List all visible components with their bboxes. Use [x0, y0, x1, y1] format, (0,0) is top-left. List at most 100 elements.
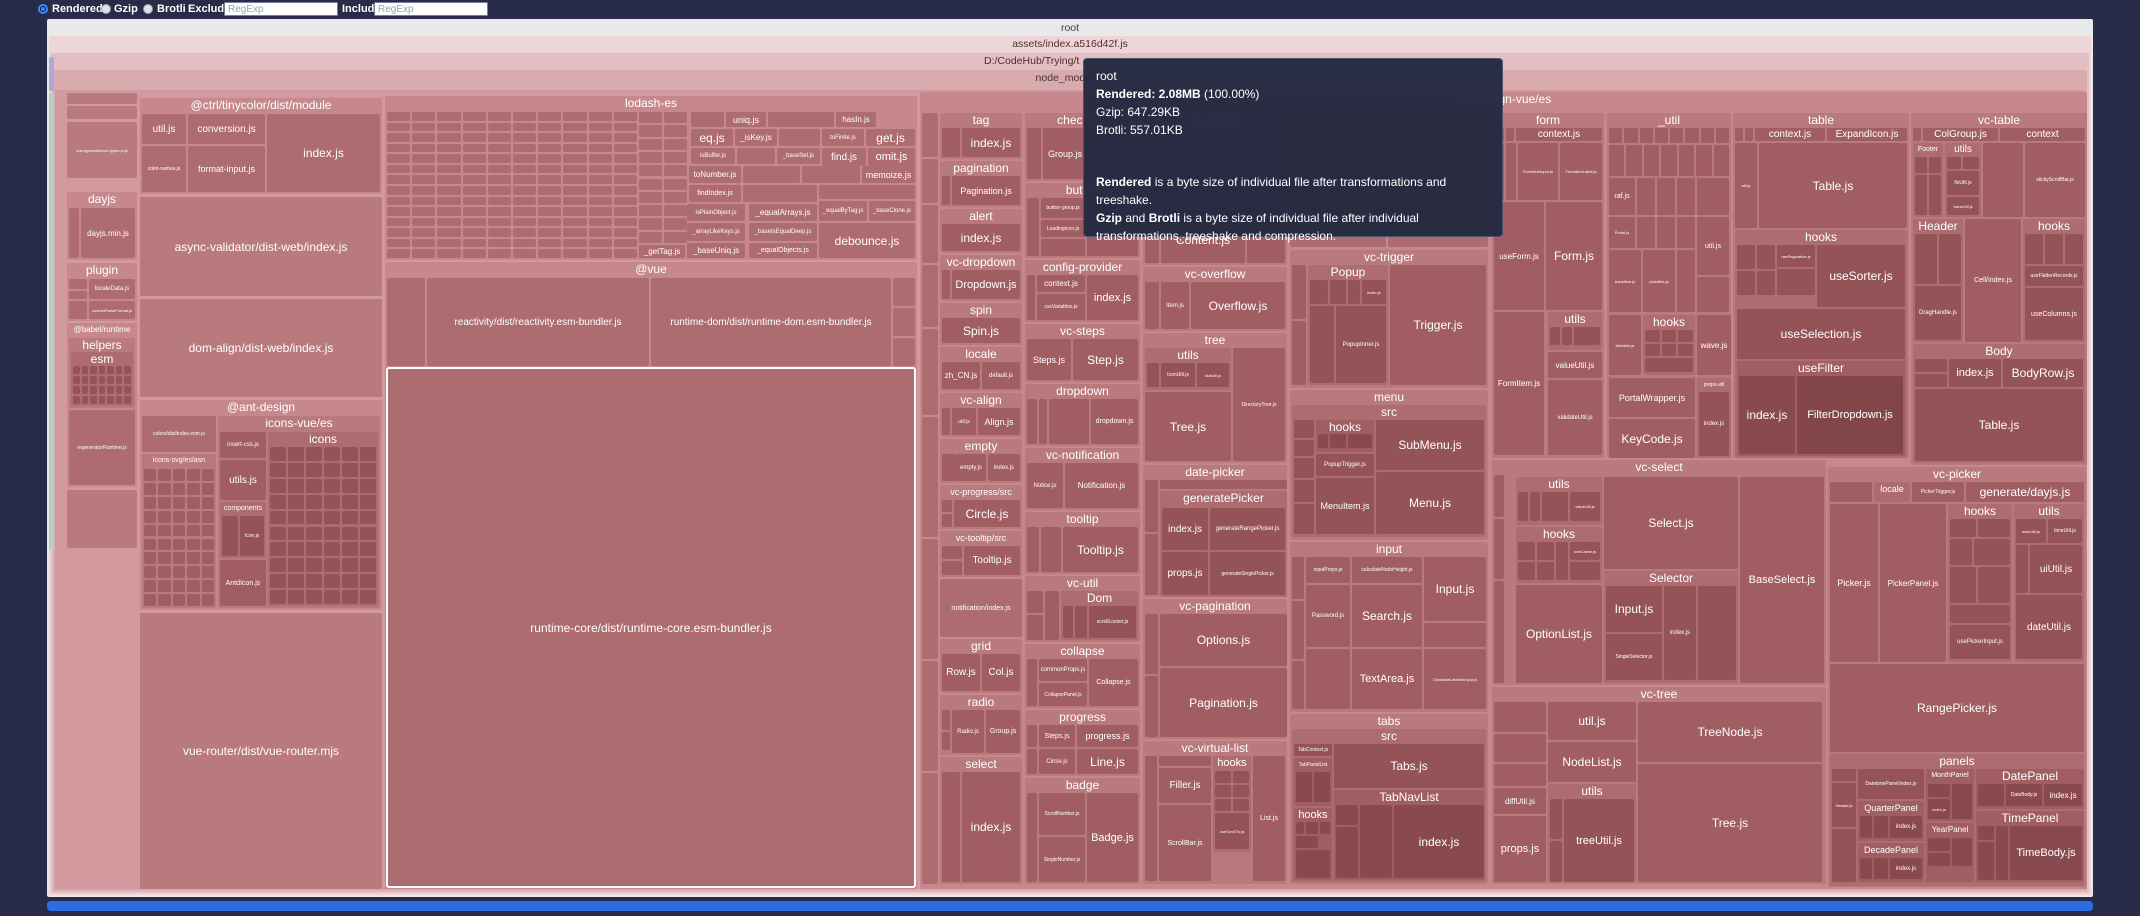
- treemap-cell[interactable]: [360, 590, 376, 604]
- treemap-cell[interactable]: [563, 143, 587, 153]
- treemap-cell[interactable]: conversion.js: [188, 114, 265, 144]
- treemap-cell[interactable]: [144, 524, 157, 537]
- treemap-cell[interactable]: [201, 594, 214, 606]
- treemap-cell[interactable]: [98, 366, 106, 374]
- treemap-cell[interactable]: [487, 186, 511, 195]
- treemap-cell[interactable]: [942, 500, 952, 512]
- treemap-cell[interactable]: [342, 590, 358, 604]
- treemap-cell[interactable]: [1296, 772, 1312, 802]
- treemap-cell[interactable]: [98, 396, 106, 404]
- treemap-cell[interactable]: [1494, 764, 1546, 786]
- treemap-cell[interactable]: [187, 469, 200, 481]
- treemap-cell[interactable]: [144, 496, 157, 509]
- treemap-cell[interactable]: [1929, 175, 1941, 215]
- treemap-cell[interactable]: [437, 143, 461, 153]
- treemap-cell[interactable]: [588, 164, 612, 174]
- treemap-cell[interactable]: [67, 490, 137, 548]
- treemap-cell[interactable]: _isKey.js: [735, 129, 777, 146]
- treemap-cell[interactable]: [98, 376, 106, 384]
- treemap-cell[interactable]: [437, 217, 461, 227]
- treemap-cell[interactable]: [2045, 234, 2063, 264]
- treemap-cell[interactable]: fixUtil.js: [1947, 171, 1979, 195]
- treemap-cell[interactable]: [743, 166, 800, 183]
- treemap-cell[interactable]: [922, 773, 938, 884]
- treemap-cell[interactable]: [1518, 492, 1528, 521]
- treemap-cell[interactable]: [942, 514, 952, 527]
- treemap-cell[interactable]: [563, 175, 587, 184]
- treemap-cell[interactable]: [1063, 606, 1073, 638]
- treemap-cell[interactable]: [387, 154, 411, 163]
- treemap-cell[interactable]: [1296, 850, 1330, 878]
- treemap-cell[interactable]: Icon.js: [240, 516, 264, 556]
- treemap-cell[interactable]: [1360, 805, 1392, 878]
- treemap-cell[interactable]: [387, 278, 425, 366]
- treemap-cell[interactable]: FormItem.js: [1494, 312, 1544, 455]
- treemap-cell[interactable]: [922, 661, 938, 771]
- treemap-cell[interactable]: [412, 228, 436, 237]
- treemap-cell[interactable]: [437, 238, 461, 248]
- treemap-cell[interactable]: [563, 186, 587, 195]
- treemap-cell[interactable]: index.js: [1739, 376, 1795, 454]
- treemap-cell[interactable]: insert-css.js: [220, 432, 266, 458]
- treemap-cell[interactable]: [1915, 175, 1927, 215]
- treemap-cell[interactable]: [306, 558, 322, 573]
- treemap-cell[interactable]: Form.js: [1546, 202, 1602, 310]
- treemap-cell[interactable]: scrollLocker.js: [1089, 606, 1136, 638]
- treemap-cell[interactable]: [49, 57, 54, 91]
- treemap-cell[interactable]: [387, 186, 411, 195]
- treemap-cell[interactable]: async-validator/dist-web/index.js: [140, 197, 382, 296]
- treemap-cell[interactable]: [98, 386, 106, 394]
- treemap-cell[interactable]: index.js: [1162, 508, 1208, 550]
- treemap-cell[interactable]: [187, 552, 200, 565]
- treemap-cell[interactable]: SubMenu.js: [1376, 420, 1484, 470]
- treemap-cell[interactable]: Select.js: [1604, 477, 1738, 569]
- treemap-cell[interactable]: [588, 133, 612, 142]
- treemap-cell[interactable]: [691, 112, 724, 127]
- treemap-cell[interactable]: [1757, 271, 1775, 295]
- treemap-cell[interactable]: [1697, 277, 1729, 312]
- treemap-cell[interactable]: [201, 510, 214, 523]
- treemap-cell[interactable]: [538, 164, 562, 174]
- treemap-cell[interactable]: [1145, 480, 1158, 532]
- treemap-cell[interactable]: [90, 386, 97, 394]
- treemap-cell[interactable]: [187, 566, 200, 579]
- treemap-cell[interactable]: isMobile.js: [1609, 315, 1641, 375]
- treemap-cell[interactable]: [324, 526, 340, 541]
- treemap-cell[interactable]: SingleNumber.js: [1039, 837, 1085, 882]
- treemap-cell[interactable]: [513, 175, 537, 184]
- treemap-cell[interactable]: [201, 538, 214, 551]
- treemap-cell[interactable]: [1027, 527, 1039, 572]
- treemap-cell[interactable]: [1657, 178, 1675, 215]
- treemap-cell[interactable]: Options.js: [1160, 614, 1287, 666]
- treemap-cell[interactable]: [563, 122, 587, 132]
- treemap-cell[interactable]: [67, 106, 137, 119]
- treemap-cell[interactable]: [462, 164, 486, 174]
- treemap-cell[interactable]: button-group.js: [1041, 198, 1085, 218]
- treemap-cell[interactable]: [360, 462, 376, 477]
- treemap-cell[interactable]: [1292, 661, 1304, 709]
- treemap-cell[interactable]: [1996, 826, 2008, 880]
- treemap-cell[interactable]: [563, 154, 587, 163]
- treemap-cell[interactable]: [664, 218, 687, 230]
- treemap-cell[interactable]: [81, 366, 89, 374]
- treemap-cell[interactable]: DatetimePanel/index.js: [1858, 769, 1924, 799]
- treemap-cell[interactable]: [270, 542, 286, 557]
- treemap-cell[interactable]: [1915, 374, 1947, 387]
- treemap-cell[interactable]: usePagination.js: [1777, 245, 1815, 267]
- treemap-cell[interactable]: [342, 558, 358, 573]
- radio-gzip[interactable]: [101, 4, 111, 14]
- treemap-cell[interactable]: context.js: [1516, 128, 1602, 141]
- treemap-cell[interactable]: [1697, 178, 1729, 215]
- treemap-cell[interactable]: dictUtil.js: [1197, 363, 1229, 387]
- treemap-cell[interactable]: toNumber.js: [689, 166, 741, 183]
- treemap-cell[interactable]: [1494, 734, 1546, 762]
- treemap-cell[interactable]: FilterDropdown.js: [1797, 376, 1903, 454]
- treemap-cell[interactable]: uiUtil.js: [2030, 545, 2082, 593]
- treemap-cell[interactable]: index.js: [1664, 586, 1696, 680]
- treemap-cell[interactable]: [1027, 591, 1043, 613]
- treemap-cell[interactable]: calculateNodeHeight.js: [1352, 557, 1422, 583]
- treemap-cell[interactable]: [115, 386, 123, 394]
- treemap-cell[interactable]: [588, 154, 612, 163]
- treemap-cell[interactable]: [1145, 282, 1159, 329]
- treemap-cell[interactable]: [563, 164, 587, 174]
